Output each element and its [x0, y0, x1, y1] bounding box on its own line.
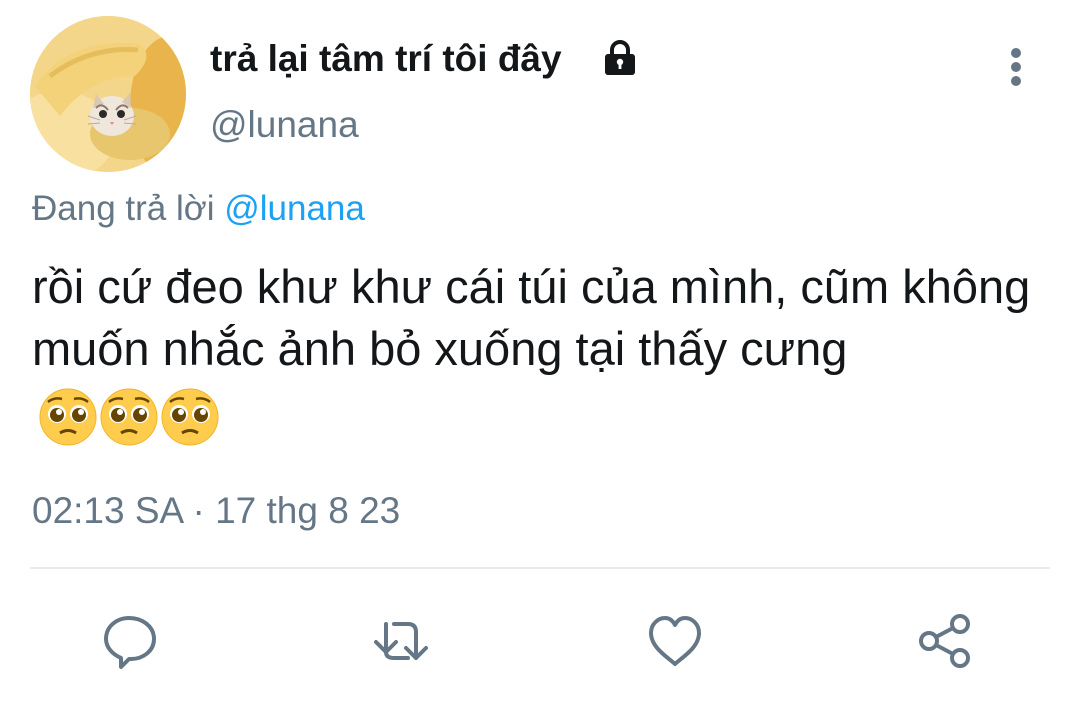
more-options-icon[interactable]: [996, 44, 1036, 90]
reply-prefix: Đang trả lời: [32, 189, 215, 228]
display-name[interactable]: trả lại tâm trí tôi đây: [210, 36, 562, 82]
retweet-icon[interactable]: [372, 612, 430, 670]
emoji-row: [38, 382, 221, 447]
reply-mention-link[interactable]: @lunana: [224, 189, 365, 228]
reply-context: Đang trả lời @lunana: [32, 186, 365, 232]
tweet-timestamp[interactable]: 02:13 SA · 17 thg 8 23: [32, 488, 400, 534]
tweet-time: 02:13 SA: [32, 490, 183, 531]
tweet-text: rồi cứ đeo khư khư cái túi của mình, cũm…: [32, 260, 1031, 375]
pleading-face-icon: [161, 388, 219, 446]
share-icon[interactable]: [916, 612, 974, 670]
heart-icon[interactable]: [646, 612, 704, 670]
tweet-date: 17 thg 8 23: [215, 490, 401, 531]
reply-icon[interactable]: [102, 612, 160, 670]
avatar-image: [30, 16, 186, 172]
pleading-face-icon: [100, 388, 158, 446]
divider: [30, 567, 1050, 569]
tweet-body: rồi cứ đeo khư khư cái túi của mình, cũm…: [32, 256, 1042, 447]
pleading-face-icon: [39, 388, 97, 446]
user-handle[interactable]: @lunana: [210, 102, 359, 148]
timestamp-separator: ·: [192, 490, 205, 531]
lock-icon: [605, 40, 635, 75]
avatar[interactable]: [30, 16, 186, 172]
